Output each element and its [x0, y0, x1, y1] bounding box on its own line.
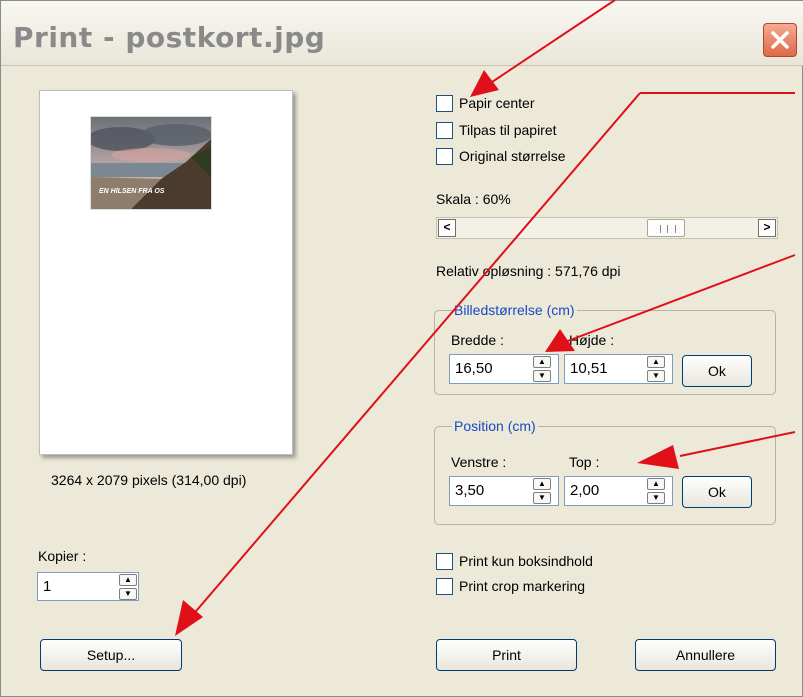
resolution-label: Relativ opløsning : 571,76 dpi	[436, 263, 621, 279]
top-position-label: Top :	[569, 454, 600, 470]
up-arrow-icon[interactable]: ▲	[647, 356, 665, 368]
page-preview: EN HILSEN FRA OS	[39, 90, 293, 455]
title-bar[interactable]: Print - postkort.jpg	[1, 1, 803, 66]
image-size-legend: Billedstørrelse (cm)	[452, 302, 577, 318]
original-size-checkbox[interactable]	[436, 148, 453, 165]
print-crop-marks-label: Print crop markering	[459, 578, 586, 594]
left-position-label: Venstre :	[451, 454, 507, 470]
photo-caption: EN HILSEN FRA OS	[99, 188, 165, 195]
print-dialog: Print - postkort.jpg EN HILSEN FRA OS 32…	[0, 0, 803, 697]
scale-label: Skala : 60%	[436, 191, 511, 207]
scroll-left-button[interactable]: <	[438, 219, 456, 237]
down-arrow-icon[interactable]: ▼	[647, 370, 665, 382]
photo-thumbnail: EN HILSEN FRA OS	[87, 116, 212, 210]
down-arrow-icon[interactable]: ▼	[119, 588, 137, 600]
copies-label: Kopier :	[38, 548, 87, 564]
window-title: Print - postkort.jpg	[13, 21, 326, 54]
width-value: 16,50	[455, 360, 493, 377]
original-size-label: Original størrelse	[459, 148, 566, 164]
down-arrow-icon[interactable]: ▼	[533, 370, 551, 382]
print-crop-marks-checkbox[interactable]	[436, 578, 453, 595]
up-arrow-icon[interactable]: ▲	[647, 478, 665, 490]
print-box-content-label: Print kun boksindhold	[459, 553, 593, 569]
height-label: Højde :	[569, 332, 615, 348]
up-arrow-icon[interactable]: ▲	[533, 478, 551, 490]
position-legend: Position (cm)	[452, 418, 538, 434]
paper-center-checkbox[interactable]	[436, 95, 453, 112]
up-arrow-icon[interactable]: ▲	[119, 574, 137, 586]
scale-scrollbar[interactable]: < >	[436, 217, 778, 239]
chevron-right-icon: >	[763, 220, 771, 234]
setup-button[interactable]: Setup...	[40, 639, 182, 671]
width-label: Bredde :	[451, 332, 504, 348]
pixel-info: 3264 x 2079 pixels (314,00 dpi)	[51, 472, 247, 488]
top-position-value: 2,00	[570, 482, 600, 499]
height-value: 10,51	[570, 360, 608, 377]
down-arrow-icon[interactable]: ▼	[647, 492, 665, 504]
image-size-ok-button[interactable]: Ok	[682, 355, 752, 387]
scroll-right-button[interactable]: >	[758, 219, 776, 237]
left-position-stepper[interactable]: ▲ ▼	[533, 478, 551, 504]
fit-to-paper-checkbox[interactable]	[436, 122, 453, 139]
cancel-button[interactable]: Annullere	[635, 639, 776, 671]
print-button[interactable]: Print	[436, 639, 577, 671]
paper-center-label: Papir center	[459, 95, 535, 111]
copies-stepper[interactable]: ▲ ▼	[119, 574, 137, 600]
top-position-stepper[interactable]: ▲ ▼	[647, 478, 665, 504]
chevron-left-icon: <	[443, 220, 451, 234]
down-arrow-icon[interactable]: ▼	[533, 492, 551, 504]
width-stepper[interactable]: ▲ ▼	[533, 356, 551, 382]
position-ok-button[interactable]: Ok	[682, 476, 752, 508]
scale-slider-thumb[interactable]	[647, 219, 685, 237]
height-stepper[interactable]: ▲ ▼	[647, 356, 665, 382]
copies-value: 1	[43, 578, 52, 595]
print-box-content-checkbox[interactable]	[436, 553, 453, 570]
close-icon	[771, 31, 789, 49]
grip-icon	[660, 225, 676, 233]
close-button[interactable]	[763, 23, 797, 57]
up-arrow-icon[interactable]: ▲	[533, 356, 551, 368]
left-position-value: 3,50	[455, 482, 485, 499]
fit-to-paper-label: Tilpas til papiret	[459, 122, 557, 138]
